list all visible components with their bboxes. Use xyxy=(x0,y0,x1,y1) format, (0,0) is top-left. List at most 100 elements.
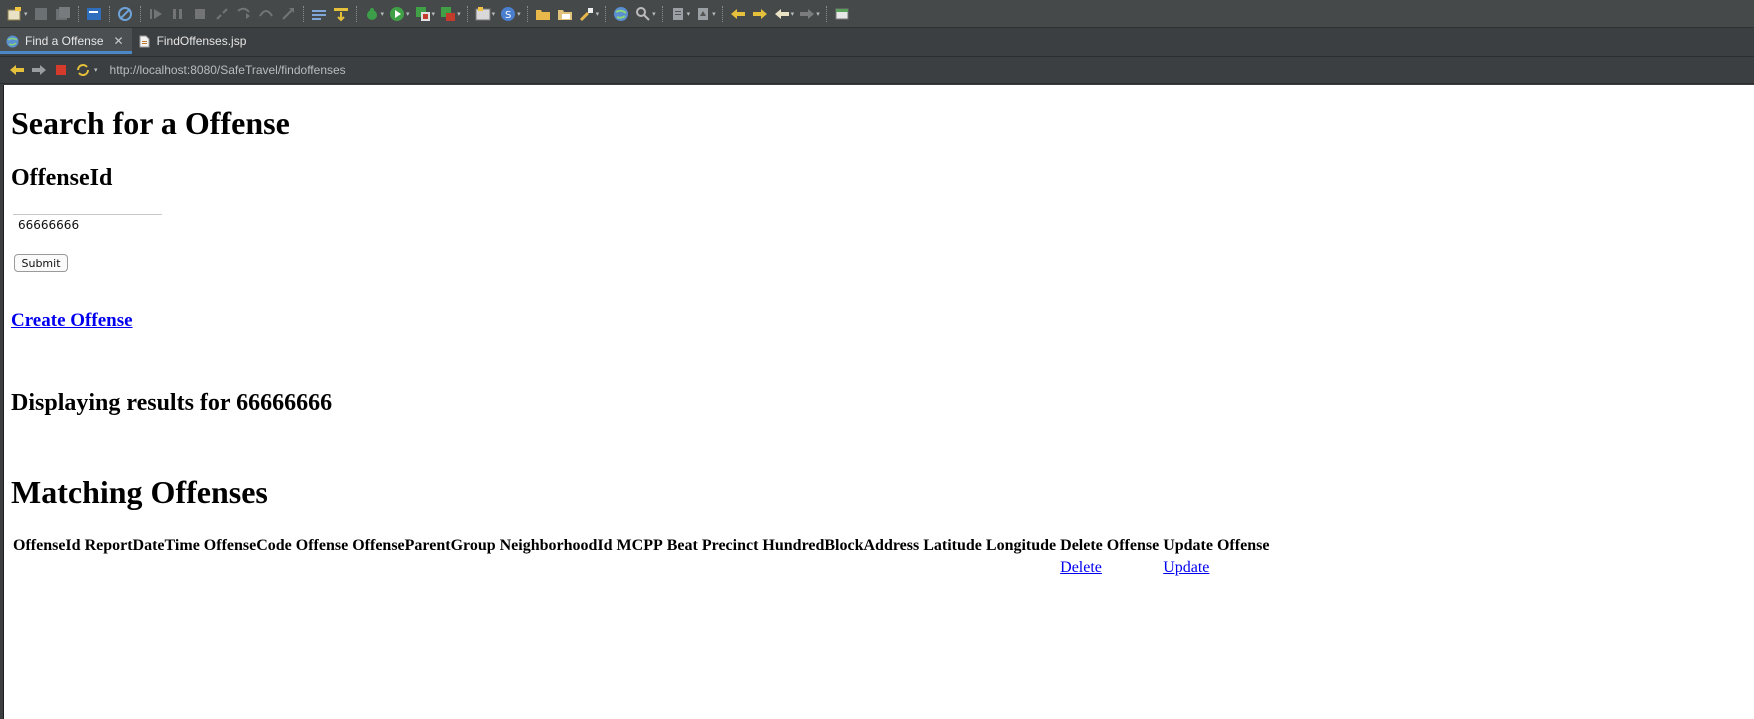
tab-findoffenses-jsp[interactable]: FindOffenses.jsp xyxy=(132,28,255,54)
column-header: NeighborhoodId xyxy=(499,537,613,554)
page-title: Search for a Offense xyxy=(11,105,290,141)
resume-icon[interactable] xyxy=(148,6,164,22)
table-cell xyxy=(350,557,497,579)
chevron-down-icon[interactable]: ▾ xyxy=(652,10,656,18)
column-header: OffenseId xyxy=(13,537,81,554)
svg-text:S: S xyxy=(505,10,511,21)
close-icon[interactable]: ✕ xyxy=(114,34,124,48)
back-arrow-icon[interactable] xyxy=(8,61,26,79)
new-wizard-icon[interactable] xyxy=(7,6,23,22)
table-cell xyxy=(665,557,700,579)
table-cell: Delete xyxy=(1058,557,1161,579)
annotation-prev-icon[interactable] xyxy=(695,6,711,22)
chevron-down-icon[interactable]: ▾ xyxy=(791,10,795,18)
table-cell: Update xyxy=(1161,557,1271,579)
browser-nav-bar: ▾ xyxy=(0,56,1754,84)
forward-edit-icon[interactable] xyxy=(752,6,768,22)
run-icon[interactable] xyxy=(389,6,405,22)
console-icon[interactable] xyxy=(86,6,102,22)
chevron-down-icon[interactable]: ▾ xyxy=(406,10,410,18)
offenses-table: OffenseId ReportDateTime OffenseCode Off… xyxy=(11,535,1271,579)
chevron-down-icon[interactable]: ▾ xyxy=(492,10,496,18)
forward-arrow-icon[interactable] xyxy=(30,61,48,79)
create-offense-link[interactable]: Create Offense xyxy=(11,310,133,332)
table-cell xyxy=(921,557,984,579)
step-return-icon[interactable] xyxy=(280,6,296,22)
back-icon[interactable] xyxy=(774,6,790,22)
toolbar-separator xyxy=(355,5,357,22)
editor-tab-bar: Find a Offense ✕ FindOffenses.jsp xyxy=(0,28,1754,54)
column-header: Offense xyxy=(295,537,349,554)
terminate-icon[interactable] xyxy=(192,6,208,22)
chevron-down-icon[interactable]: ▾ xyxy=(596,10,600,18)
open-file-icon[interactable] xyxy=(557,6,573,22)
chevron-down-icon[interactable]: ▾ xyxy=(712,10,716,18)
table-cell xyxy=(615,557,665,579)
chevron-down-icon[interactable]: ▾ xyxy=(687,10,691,18)
table-cell xyxy=(11,557,83,579)
forward-icon[interactable] xyxy=(799,6,815,22)
delete-link[interactable]: Delete xyxy=(1060,559,1102,576)
column-header: OffenseParentGroup xyxy=(352,537,496,554)
brush-icon[interactable] xyxy=(579,6,595,22)
column-header: Delete Offense xyxy=(1060,537,1160,554)
chevron-down-icon[interactable]: ▾ xyxy=(457,10,461,18)
chevron-down-icon[interactable]: ▾ xyxy=(517,10,521,18)
table-cell xyxy=(700,557,761,579)
column-header: HundredBlockAddress xyxy=(762,537,920,554)
open-folder-icon[interactable] xyxy=(535,6,551,22)
toolbar-separator xyxy=(302,5,304,22)
pin-icon[interactable] xyxy=(834,6,850,22)
save-icon[interactable] xyxy=(33,6,49,22)
column-header: Update Offense xyxy=(1163,537,1270,554)
chevron-down-icon[interactable]: ▾ xyxy=(816,10,820,18)
column-header: MCPP xyxy=(616,537,663,554)
toolbar-separator xyxy=(108,5,110,22)
step-over-icon[interactable] xyxy=(258,6,274,22)
new-server-icon[interactable] xyxy=(475,6,491,22)
save-all-icon[interactable] xyxy=(55,6,71,22)
debug-icon[interactable] xyxy=(364,6,380,22)
toolbar-separator xyxy=(661,5,663,22)
table-cell xyxy=(202,557,294,579)
stop-icon[interactable] xyxy=(52,61,70,79)
task-icon[interactable] xyxy=(311,6,327,22)
new-servlet-icon[interactable]: S xyxy=(500,6,516,22)
toolbar-separator xyxy=(466,5,468,22)
refresh-icon[interactable] xyxy=(74,61,92,79)
chevron-down-icon[interactable]: ▾ xyxy=(94,66,98,74)
drop-to-frame-icon[interactable] xyxy=(333,6,349,22)
update-link[interactable]: Update xyxy=(1163,559,1209,576)
external-tools-icon[interactable] xyxy=(440,6,456,22)
toolbar-separator xyxy=(526,5,528,22)
toolbar-separator xyxy=(77,5,79,22)
debug-skip-icon[interactable] xyxy=(117,6,133,22)
toolbar-separator xyxy=(139,5,141,22)
coverage-icon[interactable] xyxy=(415,6,431,22)
web-browser-icon[interactable] xyxy=(613,6,629,22)
ide-toolbar: ▾ ▾ ▾ ▾ ▾ ▾ S ▾ ▾ ▾ ▾ ▾ ▾ ▾ xyxy=(0,0,1754,28)
chevron-down-icon[interactable]: ▾ xyxy=(432,10,436,18)
column-header: ReportDateTime xyxy=(84,537,200,554)
file-icon xyxy=(138,35,151,48)
toolbar-separator xyxy=(605,5,607,22)
chevron-down-icon[interactable]: ▾ xyxy=(381,10,385,18)
url-field[interactable] xyxy=(109,63,1610,77)
column-header: Precinct xyxy=(701,537,759,554)
chevron-down-icon[interactable]: ▾ xyxy=(24,10,28,18)
tab-find-a-offense[interactable]: Find a Offense ✕ xyxy=(0,28,132,54)
toolbar-separator xyxy=(825,5,827,22)
submit-button[interactable]: Submit xyxy=(14,254,68,272)
offense-id-input[interactable] xyxy=(13,214,162,234)
table-header-row: OffenseId ReportDateTime OffenseCode Off… xyxy=(11,535,1271,557)
globe-icon xyxy=(6,35,19,48)
step-into-icon[interactable] xyxy=(236,6,252,22)
disconnect-icon[interactable] xyxy=(214,6,230,22)
annotation-icon[interactable] xyxy=(670,6,686,22)
table-cell xyxy=(83,557,202,579)
suspend-icon[interactable] xyxy=(170,6,186,22)
offense-id-label: OffenseId xyxy=(11,165,113,191)
search-icon[interactable] xyxy=(635,6,651,22)
back-edit-icon[interactable] xyxy=(730,6,746,22)
table-cell xyxy=(294,557,350,579)
